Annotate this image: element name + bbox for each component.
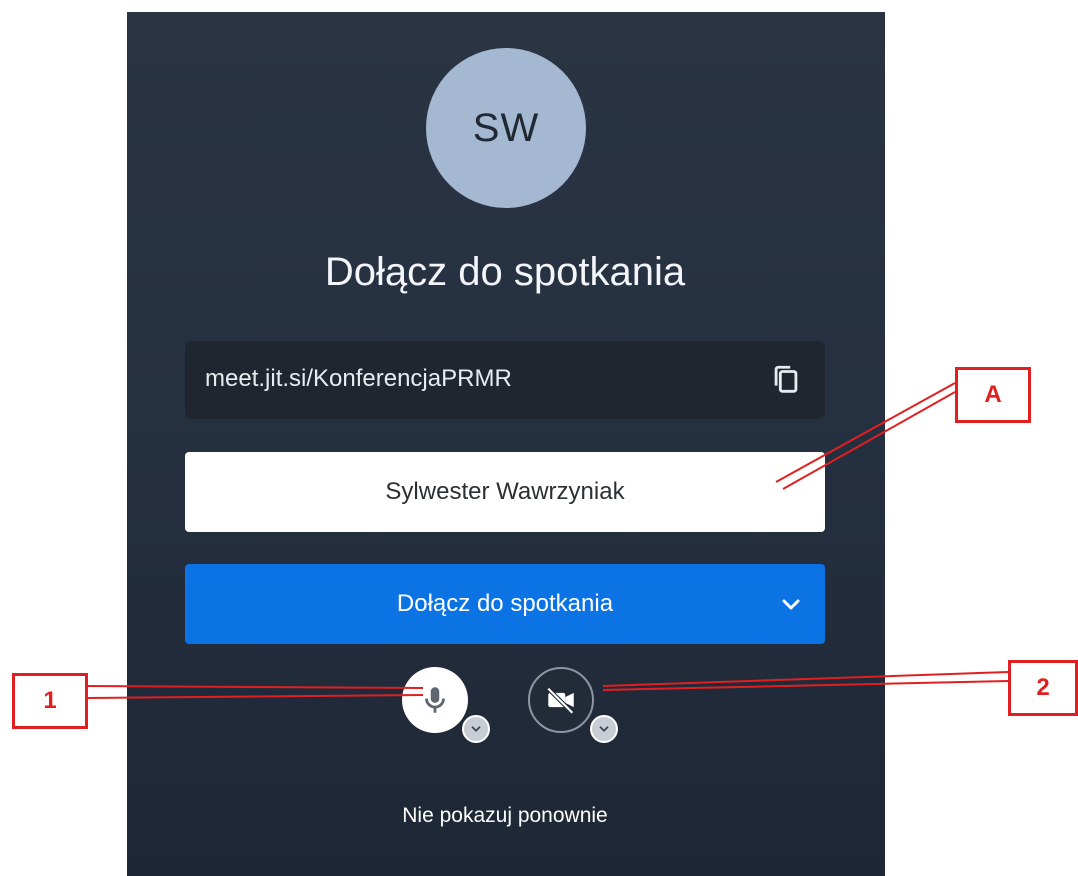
camera-options-button[interactable] [590,715,618,743]
meeting-url-box: meet.jit.si/KonferencjaPRMR [185,341,825,419]
display-name-input[interactable] [185,452,825,532]
camera-toggle-button[interactable] [528,667,594,733]
dont-show-again-link[interactable]: Nie pokazuj ponownie [185,804,825,828]
annotation-label-1: 1 [12,673,88,729]
annotation-label-2: 2 [1008,660,1078,716]
chevron-down-icon[interactable] [779,592,803,616]
annotation-label-a: A [955,367,1031,423]
join-meeting-button[interactable]: Dołącz do spotkania [185,564,825,644]
join-meeting-label: Dołącz do spotkania [396,590,614,617]
avatar: SW [426,48,586,208]
camera-off-icon [546,687,574,715]
meeting-url: meet.jit.si/KonferencjaPRMR [205,365,512,392]
microphone-icon [425,687,445,713]
avatar-initials: SW [472,105,540,150]
microphone-toggle-button[interactable] [402,667,468,733]
chevron-down-icon [599,726,609,732]
copy-icon[interactable] [769,363,803,397]
chevron-down-icon [471,726,481,732]
page-title: Dołącz do spotkania [324,250,686,294]
microphone-options-button[interactable] [462,715,490,743]
